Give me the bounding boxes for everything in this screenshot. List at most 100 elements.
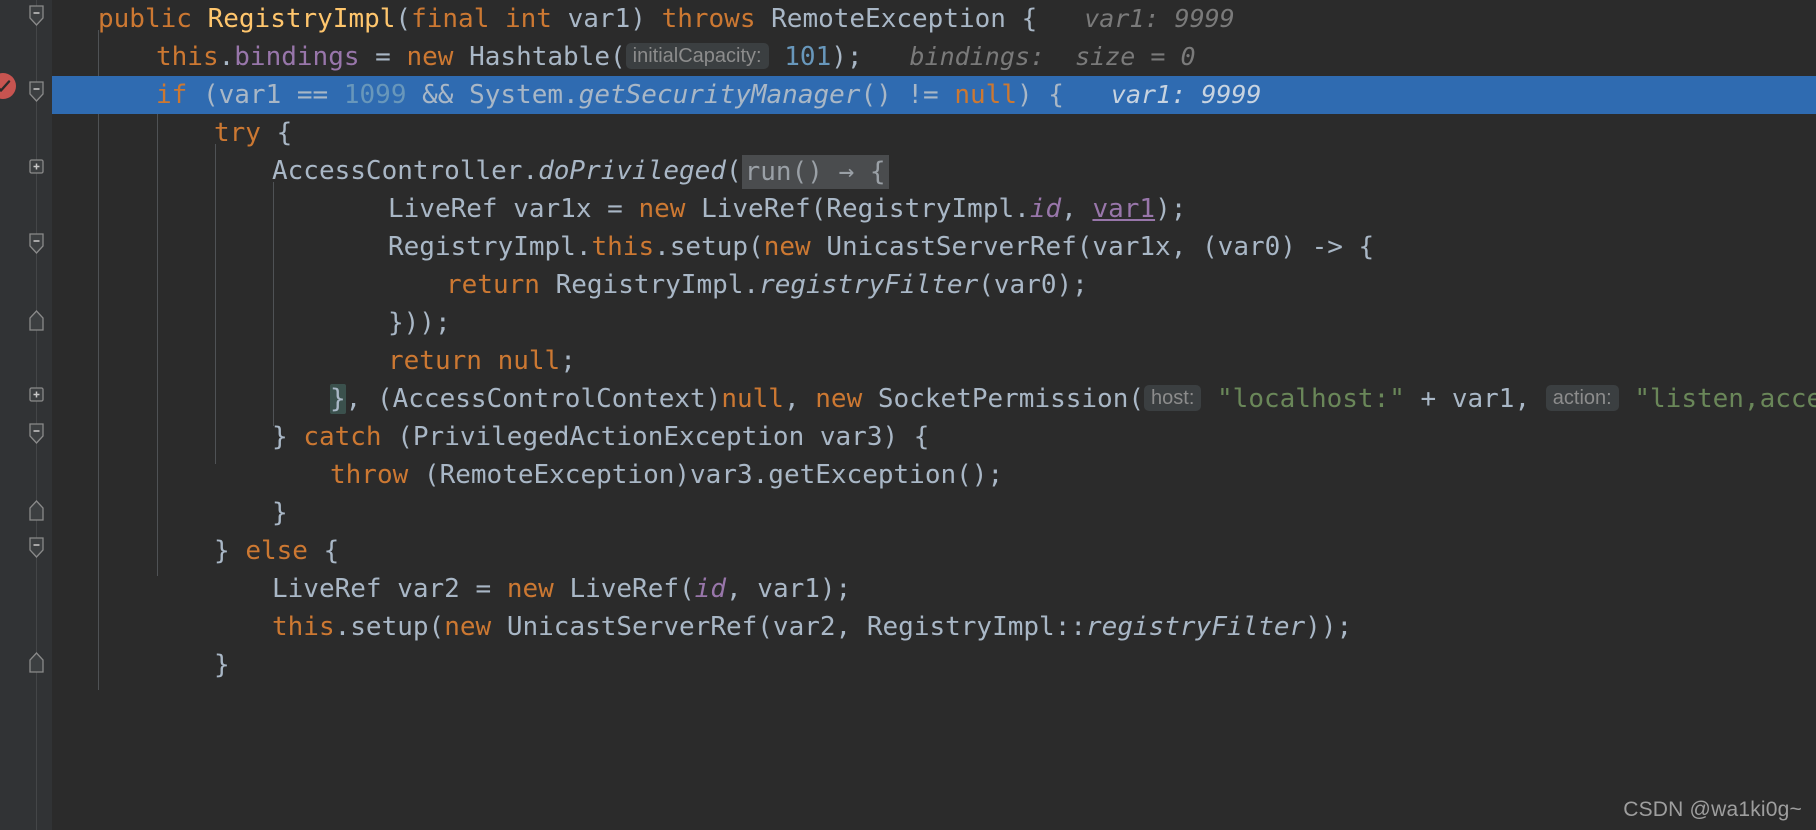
code-token: ) xyxy=(630,4,662,34)
code-token: "listen,acce xyxy=(1634,384,1816,414)
code-token: LiveRef(RegistryImpl. xyxy=(701,194,1030,224)
fold-end-icon[interactable] xyxy=(27,309,46,331)
code-line[interactable]: AccessController.doPrivileged(run() → { xyxy=(52,152,1816,190)
code-token: } xyxy=(272,498,288,528)
code-token: , var1); xyxy=(725,574,852,604)
code-token: RegistryImpl. xyxy=(555,270,760,300)
code-line[interactable]: RegistryImpl.this.setup(new UnicastServe… xyxy=(52,228,1816,266)
code-token: catch xyxy=(303,422,398,452)
parameter-hint-chip: action: xyxy=(1545,385,1619,411)
code-line[interactable]: public RegistryImpl(final int var1) thro… xyxy=(52,0,1816,38)
code-token: && System. xyxy=(406,80,579,110)
code-token: this xyxy=(272,612,335,642)
code-token: )); xyxy=(1305,612,1353,642)
code-token: , (AccessControlContext) xyxy=(345,384,722,414)
fold-end-icon[interactable] xyxy=(27,651,46,673)
code-content[interactable]: public RegistryImpl(final int var1) thro… xyxy=(52,0,1816,830)
code-token: 101 xyxy=(784,42,832,72)
code-line[interactable]: try { xyxy=(52,114,1816,152)
code-token: AccessController. xyxy=(272,156,539,186)
code-line[interactable]: LiveRef var2 = new LiveRef(id, var1); xyxy=(52,570,1816,608)
code-line[interactable]: }, (AccessControlContext)null, new Socke… xyxy=(52,380,1816,418)
fold-collapse-icon[interactable] xyxy=(27,233,46,255)
inline-debug-value[interactable]: var1: 9999 xyxy=(1111,80,1262,109)
code-token: new xyxy=(444,612,507,642)
code-line[interactable]: } xyxy=(52,646,1816,684)
code-token: , xyxy=(783,384,816,414)
code-line[interactable]: this.bindings = new Hashtable(initialCap… xyxy=(52,38,1816,76)
code-line[interactable]: } xyxy=(52,494,1816,532)
code-line-content: this.bindings = new Hashtable(initialCap… xyxy=(52,38,1816,76)
code-line-content: })); xyxy=(52,304,1816,342)
inline-debug-value[interactable]: var1: 9999 xyxy=(1084,4,1235,33)
code-token: (var1 == xyxy=(202,80,344,110)
code-token: 1099 xyxy=(343,80,407,110)
code-token: registryFilter xyxy=(1086,612,1306,642)
code-token: . xyxy=(218,42,235,72)
code-token: LiveRef var2 = xyxy=(272,574,507,604)
code-token: getSecurityManager xyxy=(578,80,861,110)
code-token: final int xyxy=(411,4,568,34)
code-token: null xyxy=(954,80,1017,110)
fold-expand-icon[interactable] xyxy=(27,157,46,179)
code-token: .setup( xyxy=(654,232,764,262)
code-token: var1 xyxy=(567,4,631,34)
code-token: id xyxy=(1029,194,1062,224)
code-line[interactable]: throw (RemoteException)var3.getException… xyxy=(52,456,1816,494)
code-line-content: throw (RemoteException)var3.getException… xyxy=(52,456,1816,494)
code-token: registryFilter xyxy=(759,270,979,300)
inline-debug-value[interactable]: bindings: size = 0 xyxy=(910,42,1196,71)
code-line-content: }, (AccessControlContext)null, new Socke… xyxy=(52,380,1816,418)
code-line[interactable]: this.setup(new UnicastServerRef(var2, Re… xyxy=(52,608,1816,646)
code-token: ); xyxy=(831,42,863,72)
code-token: ( xyxy=(395,4,412,34)
code-token: .setup( xyxy=(334,612,445,642)
parameter-hint-chip: host: xyxy=(1144,385,1202,411)
code-line[interactable]: return null; xyxy=(52,342,1816,380)
code-line[interactable]: LiveRef var1x = new LiveRef(RegistryImpl… xyxy=(52,190,1816,228)
breakpoint-verified-icon[interactable] xyxy=(0,73,16,99)
code-token: UnicastServerRef(var1x, (var0) -> { xyxy=(826,232,1375,262)
code-token: new xyxy=(506,574,570,604)
gutter-divider xyxy=(36,0,37,830)
code-token: return xyxy=(388,346,498,376)
code-token: new xyxy=(763,232,827,262)
fold-collapse-icon[interactable] xyxy=(27,5,46,27)
code-token: ); xyxy=(1155,194,1187,224)
code-line[interactable]: if (var1 == 1099 && System.getSecurityMa… xyxy=(52,76,1816,114)
code-line[interactable]: } else { xyxy=(52,532,1816,570)
code-line-content: LiveRef var2 = new LiveRef(id, var1); xyxy=(52,570,1816,608)
fold-collapse-icon[interactable] xyxy=(27,81,46,103)
folded-lambda-chip[interactable]: run() → { xyxy=(741,155,889,189)
code-token: RemoteException { xyxy=(771,4,1038,34)
code-token: (RemoteException)var3.getException(); xyxy=(423,460,1004,490)
code-line-content: LiveRef var1x = new LiveRef(RegistryImpl… xyxy=(52,190,1816,228)
code-token: { xyxy=(276,118,293,148)
code-line[interactable]: return RegistryImpl.registryFilter(var0)… xyxy=(52,266,1816,304)
code-token: doPrivileged xyxy=(538,156,726,186)
code-token: this xyxy=(591,232,655,262)
editor-gutter[interactable] xyxy=(0,0,52,830)
code-line[interactable]: } catch (PrivilegedActionException var3)… xyxy=(52,418,1816,456)
code-line-content: if (var1 == 1099 && System.getSecurityMa… xyxy=(52,76,1816,114)
code-token: new xyxy=(638,194,702,224)
code-token: public xyxy=(98,4,208,34)
code-token: } xyxy=(214,650,230,680)
code-token: ( xyxy=(725,156,742,186)
code-editor: public RegistryImpl(final int var1) thro… xyxy=(0,0,1816,830)
code-token: })); xyxy=(388,308,451,338)
code-token: new xyxy=(406,42,470,72)
code-token: throw xyxy=(330,460,424,490)
fold-expand-icon[interactable] xyxy=(27,385,46,407)
code-line[interactable]: })); xyxy=(52,304,1816,342)
fold-collapse-icon[interactable] xyxy=(27,423,46,445)
code-token: LiveRef var1x = xyxy=(388,194,639,224)
fold-end-icon[interactable] xyxy=(27,499,46,521)
fold-collapse-icon[interactable] xyxy=(27,537,46,559)
code-line-content: try { xyxy=(52,114,1816,152)
parameter-hint-chip: initialCapacity: xyxy=(625,43,769,69)
